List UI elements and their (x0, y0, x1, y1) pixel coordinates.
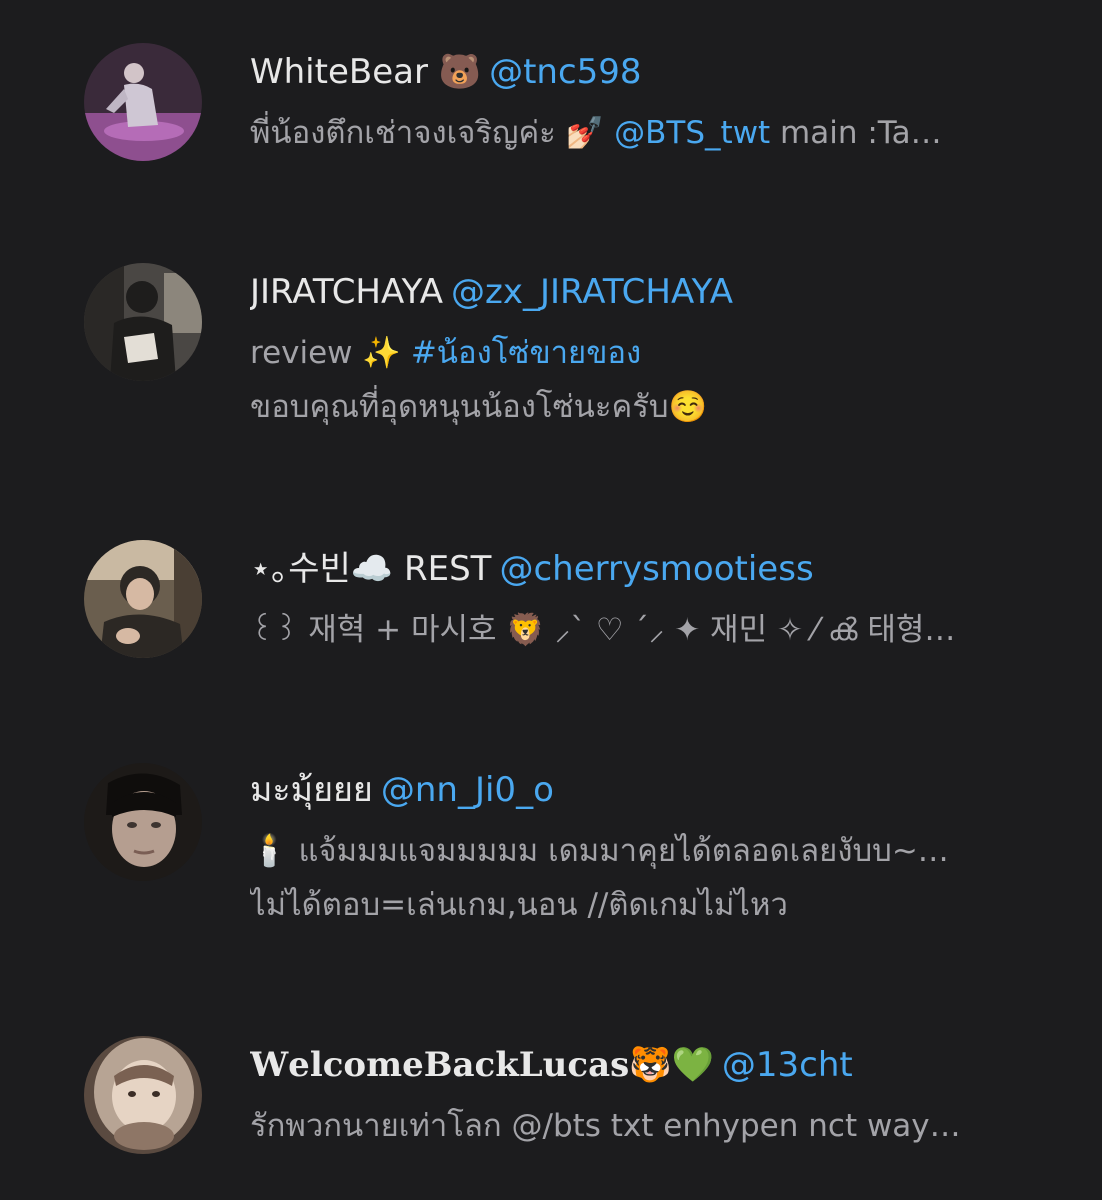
name-line: WhiteBear 🐻 @tnc598 (250, 52, 1030, 92)
name-line: ⋆｡수빈☁️ REST @cherrysmootiess (250, 549, 1030, 589)
account-row[interactable]: ⋆｡수빈☁️ REST @cherrysmootiess ꒰꒱ 재혁 + 마시호 … (0, 539, 1102, 689)
bio-line: 🕯️ แจ้มมมแจมมมมม เดมมาคุยได้ตลอดเลยงับบ~… (250, 824, 1020, 878)
handle-link[interactable]: @zx_JIRATCHAYA (451, 272, 733, 312)
avatar[interactable] (84, 43, 202, 161)
avatar[interactable] (84, 263, 202, 381)
mention-link[interactable]: @BTS_twt (614, 115, 770, 151)
display-name: มะมุ้ยยย (250, 770, 373, 810)
avatar[interactable] (84, 763, 202, 881)
display-name: 𝐖𝐞𝐥𝐜𝐨𝐦𝐞𝐁𝐚𝐜𝐤𝐋𝐮𝐜𝐚𝐬🐯💚 (250, 1045, 714, 1085)
bio-line: ไม่ได้ตอบ=เล่นเกม,นอน //ติดเกมไม่ไหว (250, 878, 1020, 932)
bio-line: ขอบคุณที่อุดหนุนน้องโซ่นะครับ☺️ (250, 380, 1020, 434)
bio-line: รักพวกนายเท่าโลก @/bts txt enhypen nct w… (250, 1099, 1020, 1153)
account-row[interactable]: WhiteBear 🐻 @tnc598 พี่น้องตึกเช่าจงเจริญ… (0, 40, 1102, 190)
bio-text: พี่น้องตึกเช่าจงเจริญค่ะ 💅🏻 (250, 115, 615, 151)
handle-link[interactable]: @nn_Ji0_o (381, 770, 554, 810)
name-line: 𝐖𝐞𝐥𝐜𝐨𝐦𝐞𝐁𝐚𝐜𝐤𝐋𝐮𝐜𝐚𝐬🐯💚 @13cht (250, 1045, 1030, 1085)
bio-text: รักพวกนายเท่าโลก @/bts txt enhypen nct w… (250, 1108, 961, 1144)
bio-line: ꒰꒱ 재혁 + 마시호 🦁 ⸝ˋ ♡ ˊ⸝ ✦ 재민 ✧ ⁄ ൿ 태형… (250, 603, 1020, 657)
account-row[interactable]: JIRATCHAYA @zx_JIRATCHAYA review ✨ #น้องโ… (0, 262, 1102, 442)
avatar[interactable] (84, 1036, 202, 1154)
account-row[interactable]: มะมุ้ยยย @nn_Ji0_o 🕯️ แจ้มมมแจมมมมม เดมมา… (0, 762, 1102, 942)
bio-text: ꒰꒱ 재혁 + 마시호 🦁 ⸝ˋ ♡ ˊ⸝ ✦ 재민 ✧ ⁄ ൿ 태형… (250, 612, 956, 648)
hashtag-link[interactable]: #น้องโซ่ขายของ (411, 335, 641, 371)
bio-text: 🕯️ แจ้มมมแจมมมมม เดมมาคุยได้ตลอดเลยงับบ~… (250, 833, 949, 869)
account-row[interactable]: 𝐖𝐞𝐥𝐜𝐨𝐦𝐞𝐁𝐚𝐜𝐤𝐋𝐮𝐜𝐚𝐬🐯💚 @13cht รักพวกนายเท่าโล… (0, 1035, 1102, 1185)
display-name: WhiteBear 🐻 (250, 52, 482, 92)
handle-link[interactable]: @tnc598 (489, 52, 641, 92)
name-line: JIRATCHAYA @zx_JIRATCHAYA (250, 272, 1030, 312)
bio-text: review ✨ (250, 335, 411, 371)
bio-text: ไม่ได้ตอบ=เล่นเกม,นอน //ติดเกมไม่ไหว (250, 887, 788, 923)
name-line: มะมุ้ยยย @nn_Ji0_o (250, 770, 1030, 810)
bio-line: review ✨ #น้องโซ่ขายของ (250, 326, 1020, 380)
bio-text: main :Ta… (770, 115, 942, 151)
handle-link[interactable]: @13cht (722, 1045, 853, 1085)
display-name: ⋆｡수빈☁️ REST (250, 549, 492, 589)
bio-text: ขอบคุณที่อุดหนุนน้องโซ่นะครับ☺️ (250, 389, 708, 425)
bio-line: พี่น้องตึกเช่าจงเจริญค่ะ 💅🏻 @BTS_twt mai… (250, 106, 1020, 160)
avatar[interactable] (84, 540, 202, 658)
account-list: WhiteBear 🐻 @tnc598 พี่น้องตึกเช่าจงเจริญ… (0, 0, 1102, 1200)
handle-link[interactable]: @cherrysmootiess (499, 549, 813, 589)
display-name: JIRATCHAYA (250, 272, 444, 312)
